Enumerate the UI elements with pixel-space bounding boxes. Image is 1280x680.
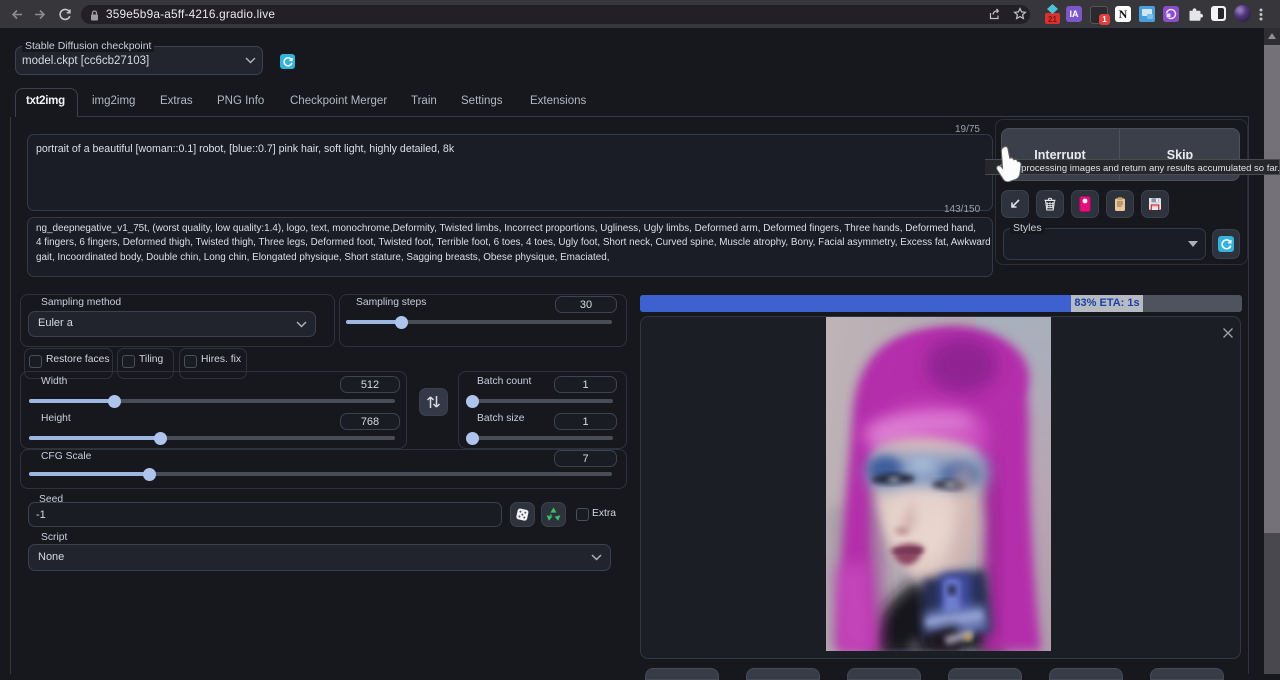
svg-text:21: 21 (1048, 15, 1057, 24)
